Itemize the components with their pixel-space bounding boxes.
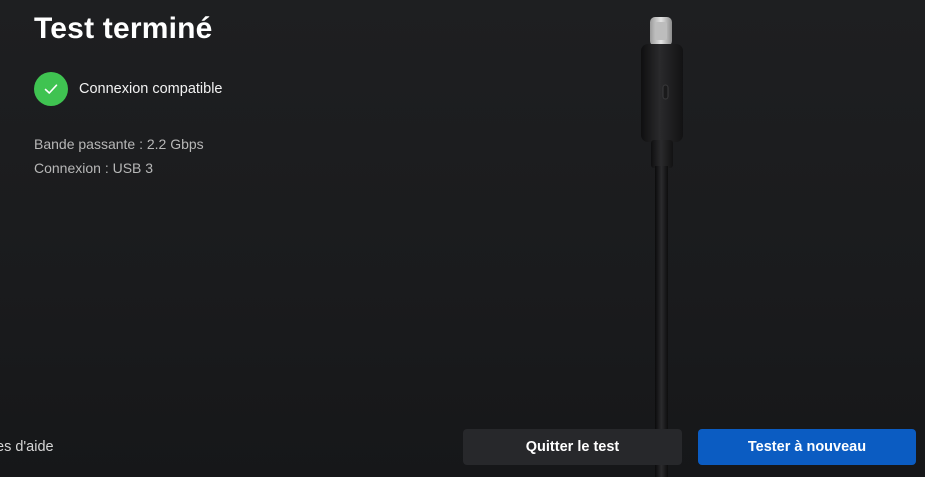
status-row: Connexion compatible bbox=[34, 72, 222, 106]
bandwidth-text: Bande passante : 2.2 Gbps bbox=[34, 136, 204, 152]
connection-text: Connexion : USB 3 bbox=[34, 160, 154, 176]
usb-c-cable-icon bbox=[641, 17, 683, 477]
quit-test-button[interactable]: Quitter le test bbox=[463, 429, 682, 465]
help-link[interactable]: es d'aide bbox=[0, 439, 54, 455]
check-icon bbox=[34, 72, 68, 106]
status-label: Connexion compatible bbox=[79, 81, 223, 97]
page-title: Test terminé bbox=[34, 12, 213, 45]
retry-test-button[interactable]: Tester à nouveau bbox=[698, 429, 916, 465]
